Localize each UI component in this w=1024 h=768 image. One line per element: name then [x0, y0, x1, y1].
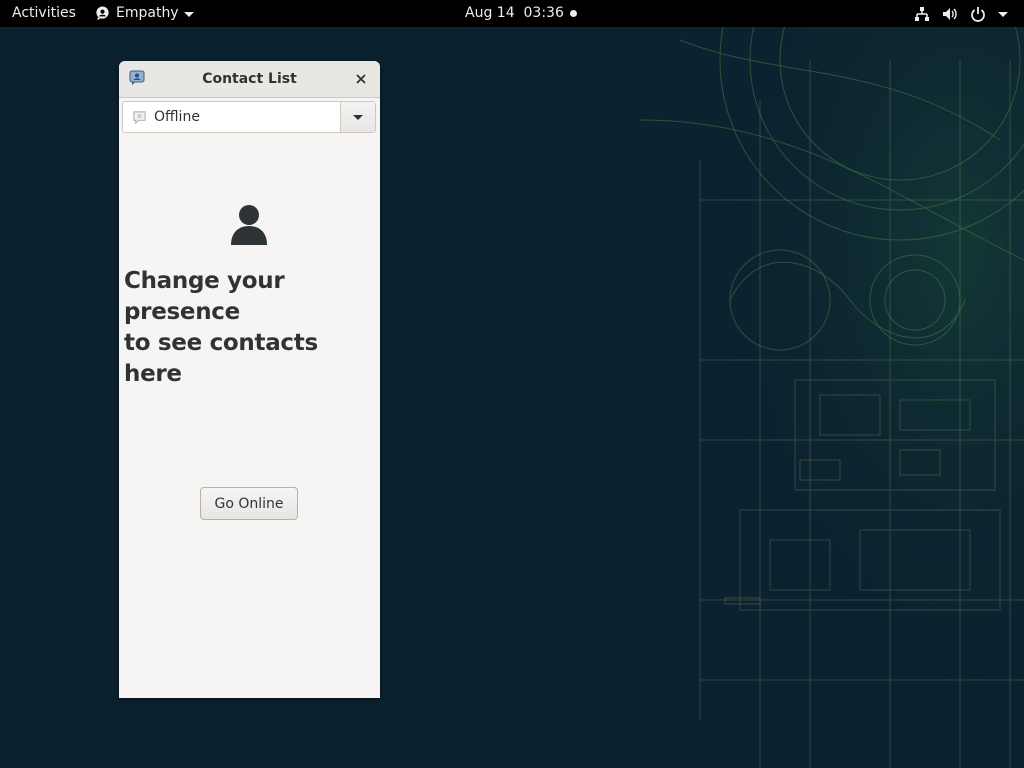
- power-icon: [971, 6, 985, 22]
- chevron-down-icon: [353, 114, 363, 120]
- system-tray[interactable]: [914, 0, 1008, 27]
- app-menu-label: Empathy: [116, 5, 179, 21]
- go-online-button[interactable]: Go Online: [200, 487, 298, 520]
- empty-state-message: Change your presence to see contacts her…: [124, 266, 380, 390]
- clock[interactable]: Aug 14 03:36: [465, 0, 577, 27]
- system-menu-dropdown-icon: [998, 12, 1008, 17]
- activities-label: Activities: [12, 5, 76, 21]
- app-menu-dropdown-icon: [183, 12, 194, 17]
- person-icon: [231, 205, 267, 245]
- presence-entry[interactable]: Offline: [123, 102, 342, 132]
- empty-state-line-2: to see contacts here: [124, 330, 318, 387]
- activities-button[interactable]: Activities: [12, 0, 76, 27]
- empty-state-line-1: Change your presence: [124, 268, 285, 325]
- window-title: Contact List: [202, 71, 297, 87]
- presence-value: Offline: [154, 109, 200, 125]
- close-icon: [356, 74, 366, 84]
- notification-dot-icon: [569, 10, 577, 17]
- volume-icon: [943, 7, 957, 20]
- offline-status-icon: [133, 110, 146, 124]
- title-bar[interactable]: Contact List: [119, 61, 380, 98]
- clock-label: Aug 14 03:36: [465, 5, 564, 21]
- contact-list-window: Contact List Offline Change your presenc…: [119, 61, 380, 698]
- empathy-icon: [96, 6, 109, 21]
- desktop: Activities Empathy Aug 14 03:36 Contact …: [0, 0, 1024, 768]
- presence-selector[interactable]: Offline: [122, 101, 376, 133]
- network-icon: [915, 6, 929, 21]
- top-bar: Activities Empathy Aug 14 03:36: [0, 0, 1024, 27]
- presence-dropdown-button[interactable]: [340, 102, 375, 132]
- close-button[interactable]: [352, 70, 370, 88]
- app-menu[interactable]: Empathy: [95, 0, 194, 27]
